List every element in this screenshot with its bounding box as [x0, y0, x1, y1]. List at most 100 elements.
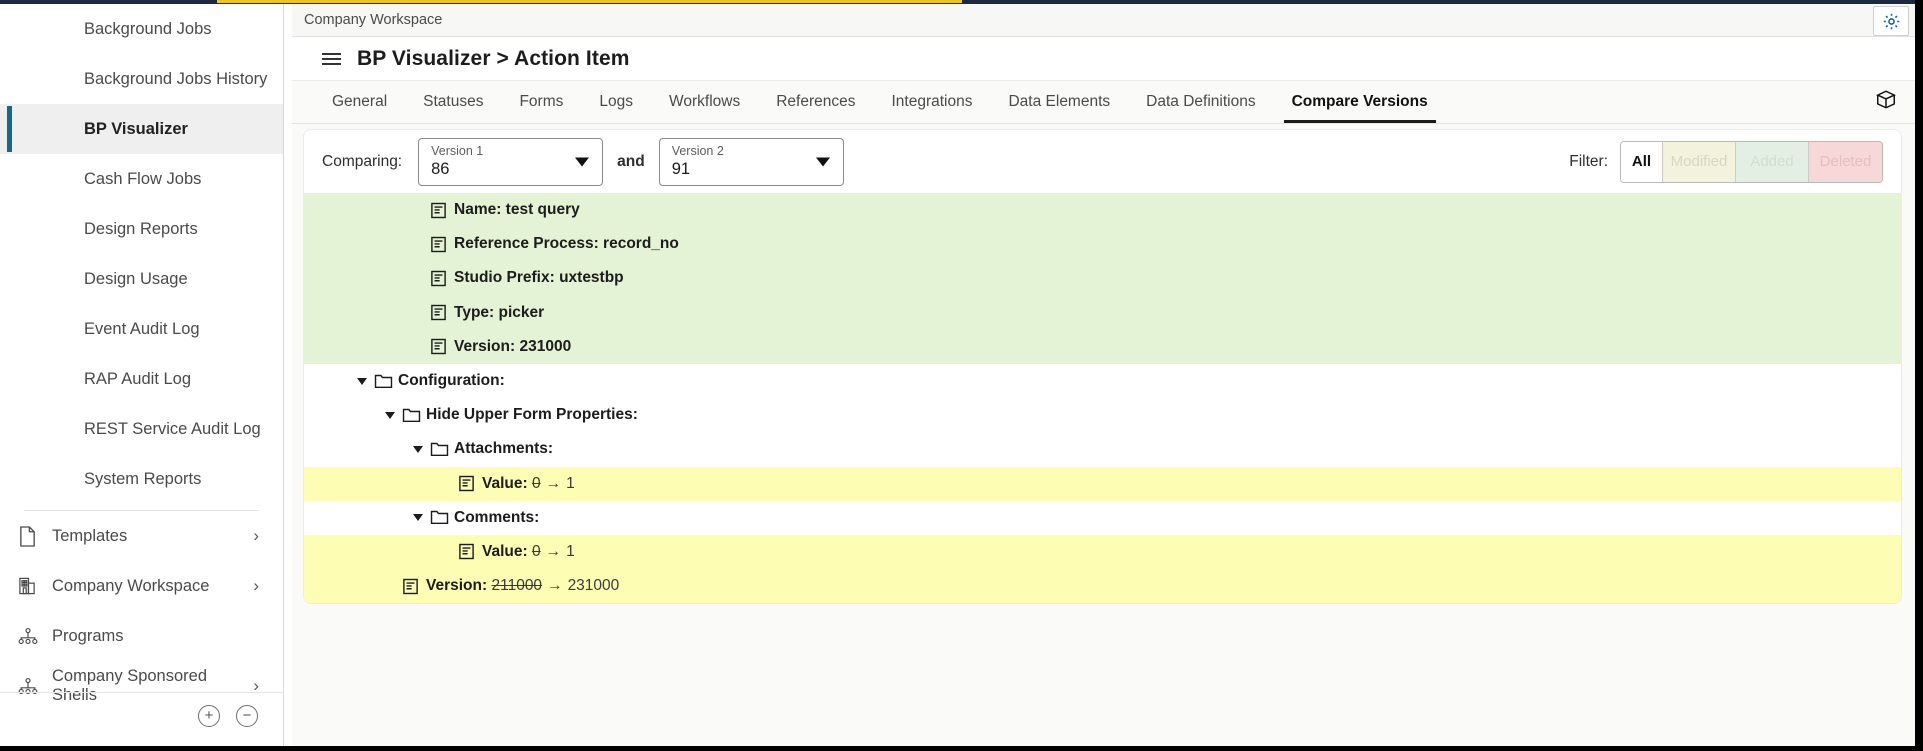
sidebar-item-label: System Reports [84, 469, 202, 488]
sidebar-item-system-reports[interactable]: System Reports [0, 454, 283, 504]
package-icon[interactable] [1875, 89, 1897, 116]
breadcrumb-bar: Company Workspace [292, 4, 1915, 37]
diff-tree-row[interactable]: Version: 211000 → 231000 [304, 569, 1901, 604]
diff-tree-row[interactable]: Configuration: [304, 364, 1901, 398]
filter-label: Filter: [1569, 152, 1608, 170]
filter-button-deleted[interactable]: Deleted [1809, 141, 1882, 182]
filter-button-modified[interactable]: Modified [1663, 141, 1736, 182]
old-value: 0 [531, 474, 541, 492]
diff-tree-row[interactable]: Name: test query [304, 193, 1901, 228]
file-text-icon [458, 475, 482, 492]
sidebar-item-design-usage[interactable]: Design Usage [0, 254, 283, 304]
filter-button-added[interactable]: Added [1736, 141, 1809, 182]
tab-compare-versions[interactable]: Compare Versions [1274, 81, 1446, 123]
tab-integrations[interactable]: Integrations [873, 81, 990, 123]
row-label-text: Version: 231000 [454, 337, 572, 355]
new-value: 1 [566, 542, 575, 560]
sidebar-item-label: Cash Flow Jobs [84, 169, 202, 188]
version-1-label: Version 1 [431, 143, 484, 158]
tab-label: Data Definitions [1146, 93, 1256, 110]
sidebar-item-label: Design Usage [84, 269, 188, 288]
chevron-down-icon [815, 157, 830, 166]
row-label-text: Value: [482, 474, 528, 492]
row-label: Reference Process: record_no [454, 235, 679, 253]
and-label: and [617, 152, 645, 170]
sidebar-footer: + − [0, 692, 284, 738]
sidebar-item-background-jobs[interactable]: Background Jobs [0, 4, 283, 54]
sidebar-item-background-jobs-history[interactable]: Background Jobs History [0, 54, 283, 104]
sidebar-group-list: Templates › Company Workspace › Programs Comp… [0, 511, 283, 711]
filter-group: Filter: All Modified Added Deleted [1569, 140, 1883, 183]
tab-forms[interactable]: Forms [501, 81, 581, 123]
tab-label: General [332, 93, 388, 110]
tab-workflows[interactable]: Workflows [651, 81, 758, 123]
row-label-text: Hide Upper Form Properties: [426, 406, 638, 424]
diff-tree-row[interactable]: Type: picker [304, 295, 1901, 330]
main-panel: Company Workspace BP Visualizer > Action… [292, 4, 1915, 746]
diff-tree-row[interactable]: Reference Process: record_no [304, 227, 1901, 262]
filter-button-all[interactable]: All [1621, 141, 1663, 182]
row-label-text: Version: [426, 577, 488, 595]
file-text-icon [402, 578, 426, 595]
row-label: Version: 231000 [454, 338, 571, 356]
file-text-icon [458, 543, 482, 560]
caret-down-icon[interactable] [354, 377, 370, 385]
old-value: 211000 [491, 577, 543, 595]
version-2-select[interactable]: Version 2 91 [658, 137, 844, 186]
collapse-all-button[interactable]: − [236, 704, 258, 727]
expand-all-button[interactable]: + [198, 704, 220, 727]
arrow-icon: → [545, 474, 562, 492]
sidebar-group-label: Programs [52, 626, 124, 645]
chevron-right-icon: › [253, 576, 259, 595]
row-label: Value: 0 → 1 [482, 475, 575, 493]
caret-down-icon[interactable] [382, 411, 398, 419]
tab-label: Logs [599, 93, 634, 110]
sidebar-group-templates[interactable]: Templates › [0, 511, 283, 561]
folder-icon [402, 407, 426, 424]
filter-button-label: Modified [1670, 153, 1728, 170]
row-label-text: Type: picker [454, 303, 545, 321]
tab-logs[interactable]: Logs [581, 81, 651, 123]
tab-general[interactable]: General [314, 81, 405, 123]
diff-tree-row[interactable]: Hide Upper Form Properties: [304, 398, 1901, 432]
row-label-text: Reference Process: record_no [454, 235, 679, 253]
sidebar-item-label: Design Reports [84, 219, 198, 238]
arrow-icon: → [547, 577, 563, 595]
sidebar-group-programs[interactable]: Programs [0, 611, 283, 661]
version-1-select[interactable]: Version 1 86 [418, 137, 604, 186]
tab-label: Statuses [423, 93, 484, 110]
caret-down-icon[interactable] [410, 445, 426, 453]
tab-data-definitions[interactable]: Data Definitions [1128, 81, 1273, 123]
sidebar-item-cash-flow-jobs[interactable]: Cash Flow Jobs [0, 154, 283, 204]
hierarchy-icon [18, 627, 52, 645]
filter-segmented-control: All Modified Added Deleted [1620, 140, 1883, 183]
sidebar-item-event-audit-log[interactable]: Event Audit Log [0, 304, 283, 354]
gear-icon[interactable] [1873, 6, 1909, 36]
sidebar-group-company-workspace[interactable]: Company Workspace › [0, 561, 283, 611]
sidebar-item-rap-audit-log[interactable]: RAP Audit Log [0, 354, 283, 404]
file-text-icon [430, 202, 454, 219]
sidebar-group-label: Templates [52, 526, 128, 545]
tab-label: Workflows [669, 93, 741, 110]
tab-references[interactable]: References [758, 81, 873, 123]
diff-tree-row[interactable]: Studio Prefix: uxtestbp [304, 261, 1901, 296]
diff-tree-row[interactable]: Value: 0 → 1 [304, 466, 1901, 501]
app-root: Background Jobs Background Jobs History BP… [0, 0, 1923, 751]
hamburger-icon[interactable] [322, 52, 341, 65]
diff-tree-row[interactable]: Value: 0 → 1 [304, 534, 1901, 570]
file-text-icon [430, 304, 454, 321]
sidebar-item-rest-service-audit-log[interactable]: REST Service Audit Log [0, 404, 283, 454]
tab-statuses[interactable]: Statuses [405, 81, 501, 123]
diff-tree-row[interactable]: Attachments: [304, 432, 1901, 466]
sidebar-item-label: Background Jobs [84, 19, 212, 38]
diff-tree-row[interactable]: Version: 231000 [304, 329, 1901, 364]
tab-data-elements[interactable]: Data Elements [990, 81, 1128, 123]
filter-button-label: All [1631, 153, 1652, 170]
sidebar-item-bp-visualizer[interactable]: BP Visualizer [0, 104, 283, 154]
arrow-icon: → [545, 542, 562, 560]
caret-down-icon[interactable] [410, 514, 426, 522]
sidebar-item-design-reports[interactable]: Design Reports [0, 204, 283, 254]
row-label-text: Value: [482, 542, 528, 560]
row-label: Configuration: [398, 372, 505, 390]
diff-tree-row[interactable]: Comments: [304, 501, 1901, 535]
